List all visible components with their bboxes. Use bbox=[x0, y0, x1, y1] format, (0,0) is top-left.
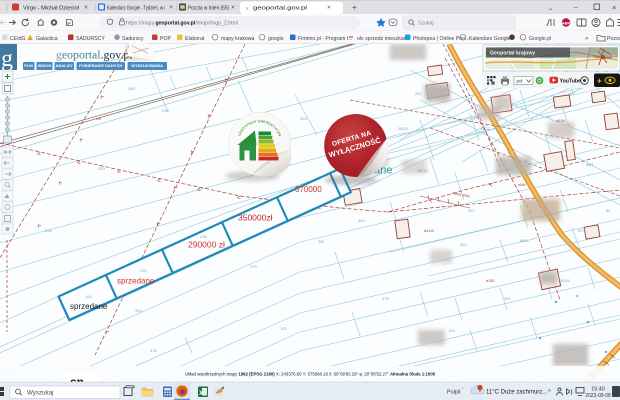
svg-text:86: 86 bbox=[606, 208, 611, 213]
svg-text:261: 261 bbox=[415, 91, 422, 96]
svg-text:Pulpit: Pulpit bbox=[447, 390, 461, 396]
svg-text:https://mapy.geoportal.gov.pl/: https://mapy.geoportal.gov.pl/imap/Imgp_… bbox=[126, 21, 238, 27]
svg-text:ABP: ABP bbox=[562, 20, 571, 25]
svg-text:363/1: 363/1 bbox=[560, 278, 571, 283]
svg-text:230: 230 bbox=[162, 108, 169, 113]
svg-text:eNN: eNN bbox=[518, 183, 526, 187]
svg-text:Virgo - Michał Dzięcioł: Virgo - Michał Dzięcioł bbox=[23, 5, 80, 11]
svg-text:87/1: 87/1 bbox=[578, 228, 587, 233]
svg-text:POBIERANIE DANYCH: POBIERANIE DANYCH bbox=[79, 63, 122, 68]
svg-text:350000zł: 350000zł bbox=[238, 213, 273, 223]
svg-text:203: 203 bbox=[98, 166, 105, 171]
svg-text:354: 354 bbox=[358, 218, 365, 223]
svg-text:^: ^ bbox=[462, 386, 464, 391]
svg-text:d150: d150 bbox=[486, 279, 494, 283]
svg-text:88/3: 88/3 bbox=[520, 238, 529, 243]
svg-text:Geoportal krajowy: Geoportal krajowy bbox=[490, 51, 535, 57]
svg-text:Elaborat: Elaborat bbox=[185, 36, 205, 42]
svg-text:pol: pol bbox=[517, 78, 523, 83]
svg-text:Pozostałe zakł: Pozostałe zakł bbox=[607, 36, 620, 42]
svg-text:Galactica: Galactica bbox=[36, 36, 58, 42]
svg-text:302: 302 bbox=[135, 308, 142, 313]
svg-text:sprzedane: sprzedane bbox=[117, 277, 155, 286]
svg-text:Google.pl: Google.pl bbox=[529, 36, 551, 42]
svg-text:15:40: 15:40 bbox=[591, 387, 605, 393]
svg-text:269: 269 bbox=[128, 86, 135, 91]
svg-text:290000 zł: 290000 zł bbox=[188, 240, 225, 250]
svg-text:–: – bbox=[574, 4, 578, 11]
svg-text:279: 279 bbox=[250, 264, 257, 269]
svg-text:142/1: 142/1 bbox=[480, 126, 491, 131]
svg-text:88/1: 88/1 bbox=[586, 162, 595, 167]
svg-text:geoportal.gov.pl: geoportal.gov.pl bbox=[253, 5, 307, 11]
svg-text:CEIdG: CEIdG bbox=[10, 36, 26, 42]
svg-text:141: 141 bbox=[545, 114, 552, 119]
svg-text:Firmino.pl - Program f...: Firmino.pl - Program f... bbox=[298, 36, 352, 42]
svg-text:279: 279 bbox=[382, 296, 389, 301]
svg-text:Wyszukaj: Wyszukaj bbox=[27, 390, 53, 397]
svg-text:194: 194 bbox=[85, 294, 92, 299]
svg-text:Kalendarz Google - Tydzień, w: Kalendarz Google - Tydzień, w i bbox=[107, 5, 165, 11]
svg-text:238: 238 bbox=[200, 234, 207, 239]
svg-text:267: 267 bbox=[468, 208, 475, 213]
svg-text:×: × bbox=[169, 5, 173, 12]
svg-text:WYSZUKIWANIA: WYSZUKIWANIA bbox=[131, 63, 163, 68]
svg-text:Kalendarz Google: Kalendarz Google bbox=[469, 36, 511, 42]
svg-text:SADURSCY: SADURSCY bbox=[76, 36, 105, 42]
svg-text:⌄: ⌄ bbox=[548, 6, 553, 12]
svg-text:370000: 370000 bbox=[295, 185, 322, 194]
svg-text:POP: POP bbox=[160, 36, 171, 42]
svg-text:264: 264 bbox=[300, 116, 307, 121]
svg-text:+: + bbox=[352, 3, 357, 12]
svg-text:google: google bbox=[268, 36, 284, 42]
svg-text:2023-09-08: 2023-09-08 bbox=[585, 393, 611, 399]
svg-text:mapy krakowa: mapy krakowa bbox=[221, 36, 255, 42]
svg-text:geoportal.gov.pl: geoportal.gov.pl bbox=[56, 48, 133, 62]
svg-text:^: ^ bbox=[548, 390, 551, 396]
svg-text:193: 193 bbox=[448, 328, 455, 333]
svg-text:WIDOK: WIDOK bbox=[38, 63, 52, 68]
svg-text:w150: w150 bbox=[556, 119, 565, 123]
svg-text:g: g bbox=[1, 46, 13, 72]
svg-text:sprzedane: sprzedane bbox=[70, 302, 108, 311]
svg-text:×: × bbox=[84, 5, 88, 12]
svg-text:Poczta w Interi (55): Poczta w Interi (55) bbox=[188, 5, 229, 11]
svg-text:YouTube: YouTube bbox=[560, 79, 582, 85]
svg-text:eN: eN bbox=[96, 117, 101, 121]
svg-text:11°C Duże zachmurz...: 11°C Duże zachmurz... bbox=[486, 390, 548, 396]
svg-text:PLIK: PLIK bbox=[24, 63, 33, 68]
svg-text:M110: M110 bbox=[418, 168, 428, 173]
svg-text:361: 361 bbox=[504, 296, 511, 301]
svg-text:+: + bbox=[597, 77, 602, 86]
svg-text:bd110: bd110 bbox=[424, 229, 434, 233]
svg-text:193: 193 bbox=[280, 326, 287, 331]
svg-text:×: × bbox=[327, 5, 331, 12]
svg-text:196: 196 bbox=[140, 268, 147, 273]
svg-text:Sadurscy: Sadurscy bbox=[122, 36, 144, 42]
svg-text:X: X bbox=[199, 390, 204, 397]
svg-text:olx sprzedz mieszkan: olx sprzedz mieszkan bbox=[357, 36, 407, 42]
svg-text:363: 363 bbox=[460, 242, 467, 247]
svg-text:ANALIZY: ANALIZY bbox=[56, 63, 74, 68]
svg-text:×: × bbox=[231, 5, 235, 12]
svg-text:262/2: 262/2 bbox=[398, 126, 409, 131]
svg-text:281: 281 bbox=[318, 239, 325, 244]
svg-text:Szukaj: Szukaj bbox=[418, 20, 434, 26]
svg-text:255: 255 bbox=[45, 228, 52, 233]
svg-text:376: 376 bbox=[150, 348, 157, 353]
svg-text:Układ współrzędnych mapy 1992: Układ współrzędnych mapy 1992 (EPSG 2180… bbox=[185, 372, 436, 377]
svg-text:×: × bbox=[612, 3, 616, 12]
